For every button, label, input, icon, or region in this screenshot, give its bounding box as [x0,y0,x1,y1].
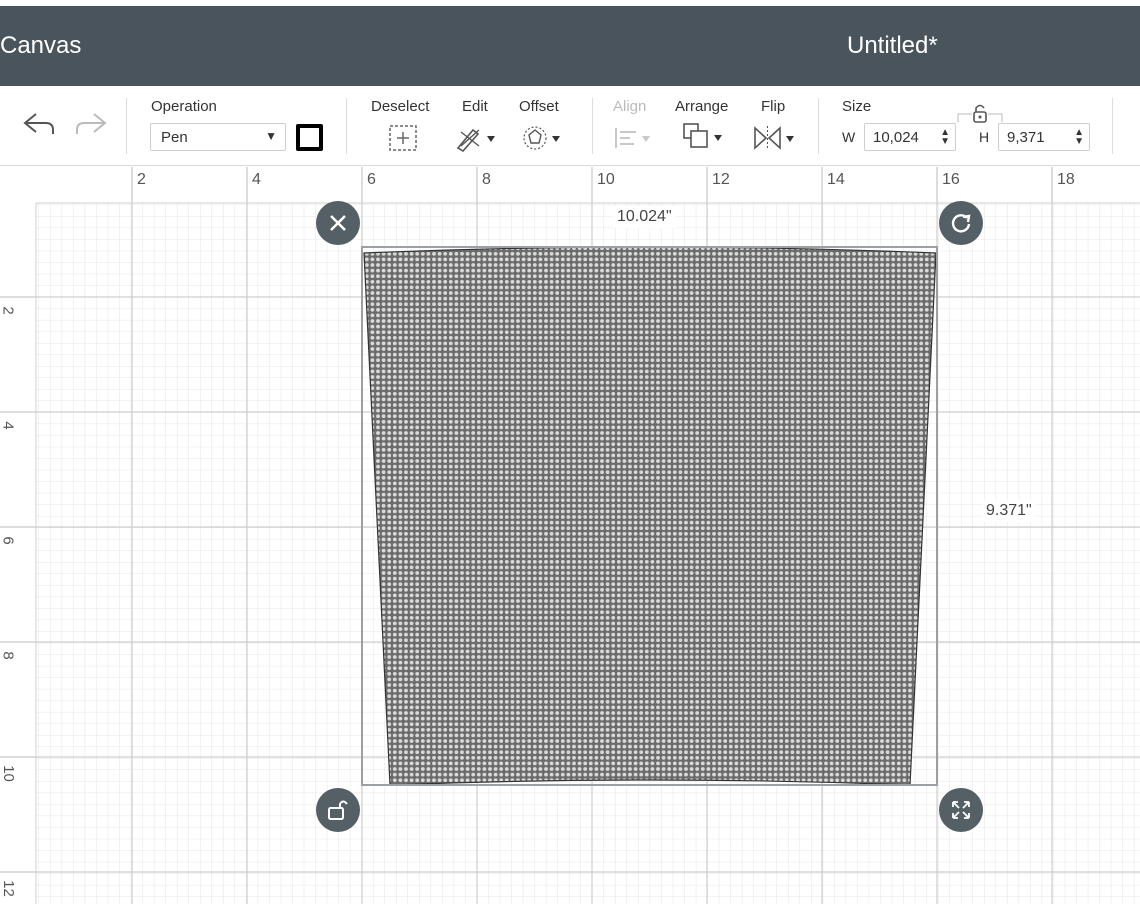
lock-proportions-handle[interactable] [316,788,360,832]
operation-label: Operation [151,98,217,115]
ruler-label-top: 6 [367,171,376,188]
align-label: Align [613,98,647,115]
operation-value: Pen [161,129,188,146]
flip-icon[interactable] [752,124,798,152]
deselect-label: Deselect [371,98,430,115]
resize-handle[interactable] [939,788,983,832]
ruler-label-left: 4 [0,421,17,430]
width-value: 10,024 [873,129,919,146]
edit-toolbar: Operation Pen ▼ Deselect Edit Offset Ali… [0,86,1140,166]
resize-icon [952,801,970,819]
width-dimension-label: 10.024" [613,206,676,228]
rotate-icon [951,214,971,233]
operation-select[interactable]: Pen ▼ [150,123,286,151]
ruler-label-top: 18 [1057,171,1075,188]
height-value: 9,371 [1007,129,1045,146]
undo-arrow-icon[interactable] [22,110,56,138]
ruler-label-left: 10 [0,765,17,782]
delete-handle[interactable] [316,201,360,245]
ruler-label-left: 8 [0,651,17,660]
close-icon [330,215,346,231]
toolbar-divider [126,98,127,154]
pen-color-swatch[interactable] [296,124,323,151]
redo-arrow-icon[interactable] [74,110,108,138]
edit-label: Edit [462,98,488,115]
title-bar: Canvas Untitled* [0,6,1140,86]
perforated-shape[interactable] [360,237,940,797]
width-input[interactable]: 10,024 ▲ ▼ [864,123,956,151]
dropdown-arrow-icon: ▼ [265,129,277,143]
ruler-label-top: 14 [827,171,845,188]
lock-icon [328,800,348,820]
align-icon [615,128,650,148]
app-title: Canvas [0,32,82,59]
ruler-label-top: 16 [942,171,960,188]
toolbar-divider [346,98,347,154]
toolbar-divider [818,98,819,154]
ruler-label-top: 12 [712,171,730,188]
offset-label: Offset [519,98,559,115]
width-stepper-icon[interactable]: ▲ ▼ [940,128,950,147]
document-title[interactable]: Untitled* [847,32,938,60]
ruler-label-left: 6 [0,536,17,545]
toolbar-divider [1112,98,1113,154]
ruler-label-left: 2 [0,306,17,315]
ruler-label-left: 12 [0,880,17,897]
arrange-label: Arrange [675,98,729,115]
deselect-icon[interactable] [388,124,418,152]
rotate-handle[interactable] [939,201,983,245]
flip-label: Flip [761,98,786,115]
height-label: H [979,129,990,145]
ruler-label-top: 8 [482,171,491,188]
edit-tools-icon[interactable] [455,124,499,152]
size-label: Size [842,98,872,115]
width-label: W [842,129,856,145]
height-stepper-icon[interactable]: ▲ ▼ [1074,128,1084,147]
ruler-label-top: 2 [137,171,146,188]
ruler-label-top: 10 [597,171,615,188]
ruler-label-top: 4 [252,171,261,188]
arrange-icon[interactable] [682,122,726,152]
offset-icon[interactable] [520,124,564,152]
height-dimension-label: 9.371" [982,500,1036,522]
lock-open-icon[interactable] [956,100,1004,126]
toolbar-divider [592,98,593,154]
height-input[interactable]: 9,371 ▲ ▼ [998,123,1090,151]
